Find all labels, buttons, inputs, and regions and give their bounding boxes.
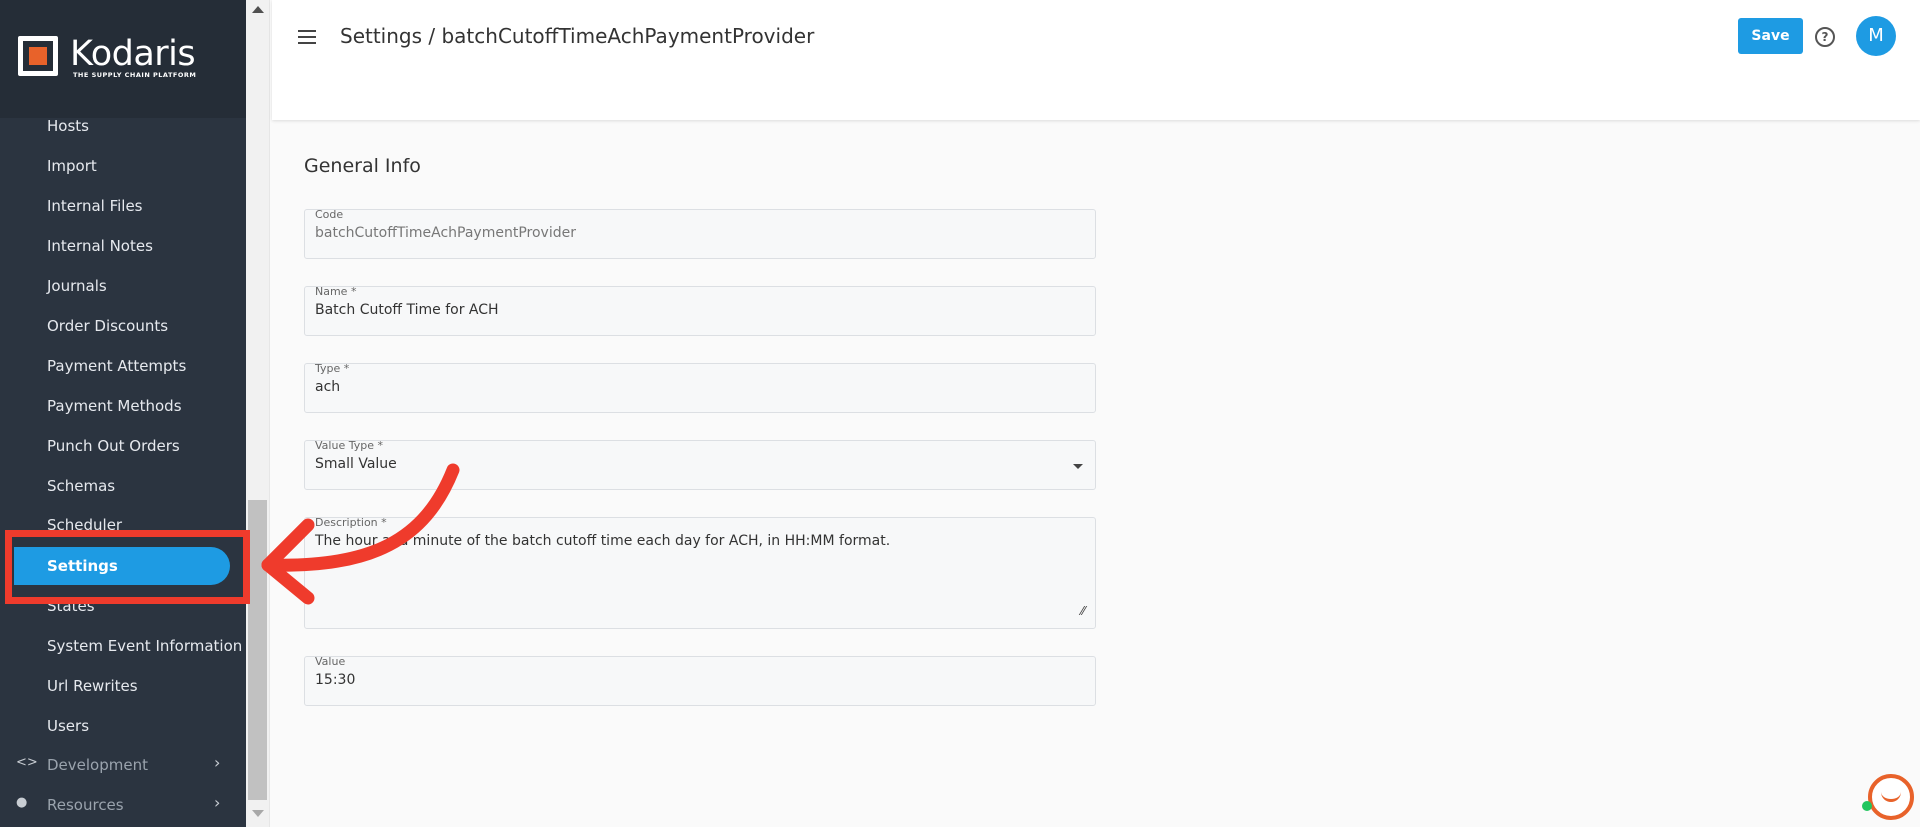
sidebar-item-url-rewrites[interactable]: Url Rewrites <box>47 677 138 695</box>
description-field[interactable]: Description * The hour and minute of the… <box>304 516 1096 629</box>
online-status-icon <box>1862 801 1872 811</box>
sidebar-item-system-event-information[interactable]: System Event Information <box>47 637 242 655</box>
name-label: Name * <box>315 285 357 298</box>
menu-icon[interactable] <box>298 30 318 44</box>
sidebar-item-internal-files[interactable]: Internal Files <box>47 197 143 215</box>
value-field[interactable]: Value 15:30 <box>304 655 1096 706</box>
scrollbar-thumb[interactable] <box>248 500 267 800</box>
sidebar-item-schemas[interactable]: Schemas <box>47 477 115 495</box>
sidebar-group-label: Development <box>47 756 148 774</box>
resize-handle-icon[interactable]: ⁄⁄ <box>1081 604 1085 618</box>
description-label: Description * <box>315 516 387 529</box>
sidebar-item-payment-methods[interactable]: Payment Methods <box>47 397 182 415</box>
sidebar-item-punch-out-orders[interactable]: Punch Out Orders <box>47 437 180 455</box>
value-type-label: Value Type * <box>315 439 383 452</box>
code-icon: <> <box>16 755 38 770</box>
sidebar-item-import[interactable]: Import <box>47 157 97 175</box>
section-title: General Info <box>304 155 421 177</box>
help-circle-icon: ● <box>16 795 28 810</box>
sidebar-item-order-discounts[interactable]: Order Discounts <box>47 317 168 335</box>
sidebar-item-internal-notes[interactable]: Internal Notes <box>47 237 153 255</box>
annotation-highlight-box <box>5 530 250 604</box>
scroll-up-icon[interactable] <box>252 6 264 13</box>
sidebar-item-hosts[interactable]: Hosts <box>47 117 89 135</box>
scroll-down-icon[interactable] <box>252 810 264 817</box>
type-field[interactable]: Type * ach <box>304 362 1096 413</box>
logo[interactable]: Kodaris THE SUPPLY CHAIN PLATFORM <box>0 0 246 118</box>
sidebar-group-development[interactable]: <> Development › <box>0 752 246 780</box>
description-textarea[interactable]: The hour and minute of the batch cutoff … <box>315 533 890 549</box>
brand-name: Kodaris <box>70 34 196 74</box>
sidebar-item-journals[interactable]: Journals <box>47 277 107 295</box>
type-input[interactable]: ach <box>315 379 340 395</box>
code-label: Code <box>315 208 344 221</box>
chevron-right-icon: › <box>214 793 221 812</box>
avatar[interactable]: M <box>1856 16 1896 56</box>
top-bar: Settings / batchCutoffTimeAchPaymentProv… <box>272 0 1920 120</box>
sidebar-group-label: Resources <box>47 796 124 814</box>
name-input[interactable]: Batch Cutoff Time for ACH <box>315 302 499 318</box>
logo-icon <box>18 36 58 76</box>
dropdown-arrow-icon[interactable] <box>1073 464 1083 469</box>
save-button[interactable]: Save <box>1738 18 1803 54</box>
chat-icon[interactable] <box>1868 774 1914 820</box>
brand-tagline: THE SUPPLY CHAIN PLATFORM <box>73 71 197 79</box>
page-title: Settings / batchCutoffTimeAchPaymentProv… <box>340 24 815 48</box>
sidebar-item-users[interactable]: Users <box>47 717 89 735</box>
sidebar-item-payment-attempts[interactable]: Payment Attempts <box>47 357 186 375</box>
code-value: batchCutoffTimeAchPaymentProvider <box>315 225 576 241</box>
value-type-selected: Small Value <box>315 456 397 472</box>
name-field[interactable]: Name * Batch Cutoff Time for ACH <box>304 285 1096 336</box>
sidebar-scrollbar[interactable] <box>246 0 270 827</box>
value-type-select[interactable]: Value Type * Small Value <box>304 439 1096 490</box>
value-label: Value <box>315 655 346 668</box>
value-input[interactable]: 15:30 <box>315 672 355 688</box>
type-label: Type * <box>315 362 350 375</box>
code-field: Code batchCutoffTimeAchPaymentProvider <box>304 208 1096 259</box>
sidebar-group-resources[interactable]: ● Resources › <box>0 792 246 820</box>
sidebar: Kodaris THE SUPPLY CHAIN PLATFORM Hosts … <box>0 0 246 827</box>
help-icon[interactable]: ? <box>1815 27 1835 47</box>
chevron-right-icon: › <box>214 753 221 772</box>
